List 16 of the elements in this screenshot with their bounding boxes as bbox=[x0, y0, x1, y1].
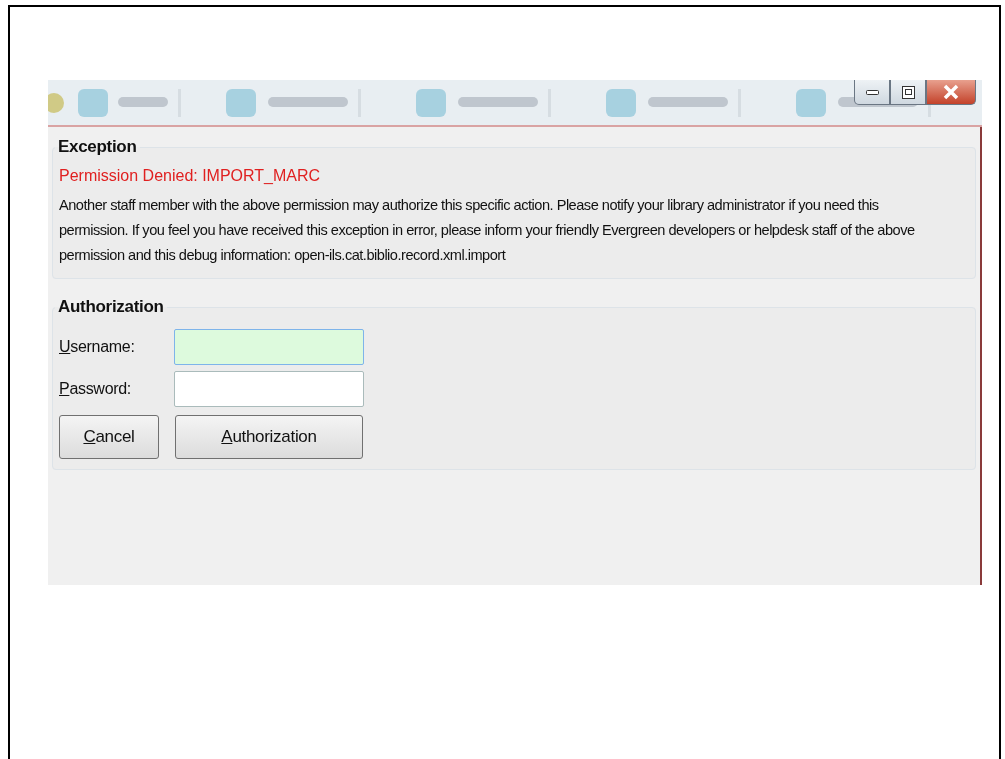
input-field[interactable] bbox=[174, 329, 364, 365]
group-title: Exception bbox=[57, 137, 138, 157]
cancel-button[interactable]: Cancel bbox=[59, 415, 159, 459]
minimize-button[interactable] bbox=[854, 80, 890, 105]
authorize-button[interactable]: Authorization bbox=[175, 415, 363, 459]
close-icon bbox=[943, 84, 959, 100]
field-label: Username: bbox=[59, 338, 136, 356]
close-button[interactable] bbox=[926, 80, 976, 105]
minimize-icon bbox=[865, 89, 879, 95]
maximize-button[interactable] bbox=[890, 80, 926, 105]
maximize-icon bbox=[901, 85, 915, 99]
error-message: Permission Denied: IMPORT_MARC bbox=[59, 167, 322, 185]
field-label: Password: bbox=[59, 380, 132, 398]
exception-description: Another staff member with the above permission may authorize this specific action. Please notify your library administrator if you need this permission. If you feel you have received this exception in error, please inform your friendly Evergreen developers or helpdesk staff of the above permission and this debug information: open-ils.cat.biblio.record.xml.import bbox=[59, 196, 916, 265]
input-field[interactable] bbox=[174, 371, 364, 407]
group-title: Authorization bbox=[57, 297, 165, 317]
